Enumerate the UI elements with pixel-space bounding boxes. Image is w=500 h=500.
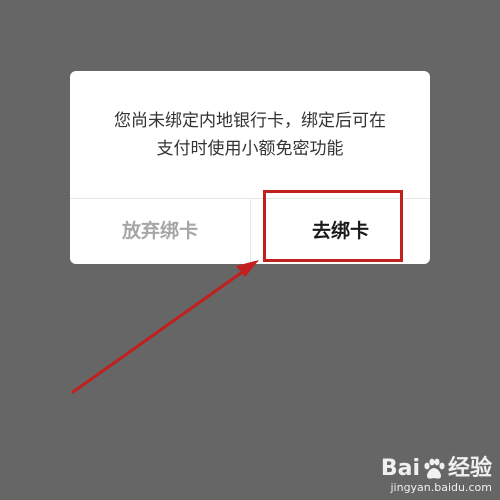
dialog-message-line-2: 支付时使用小额免密功能	[156, 139, 344, 159]
baidu-jingyan-watermark: Bai 经验 jingyan.baidu.com	[381, 457, 492, 495]
watermark-logo-text-right: 经验	[447, 456, 492, 481]
dialog-message: 您尚未绑定内地银行卡，绑定后可在 支付时使用小额免密功能	[70, 107, 430, 163]
watermark-url: jingyan.baidu.com	[390, 481, 492, 494]
paw-icon	[424, 458, 445, 479]
bind-card-dialog: 您尚未绑定内地银行卡，绑定后可在 支付时使用小额免密功能 放弃绑卡 去绑卡	[70, 71, 430, 264]
go-bind-card-button[interactable]: 去绑卡	[251, 199, 430, 264]
give-up-binding-button[interactable]: 放弃绑卡	[70, 199, 250, 264]
dialog-message-line-1: 您尚未绑定内地银行卡，绑定后可在	[114, 111, 386, 131]
watermark-logo: Bai 经验	[381, 457, 492, 481]
watermark-logo-text-left: Bai	[380, 456, 420, 481]
